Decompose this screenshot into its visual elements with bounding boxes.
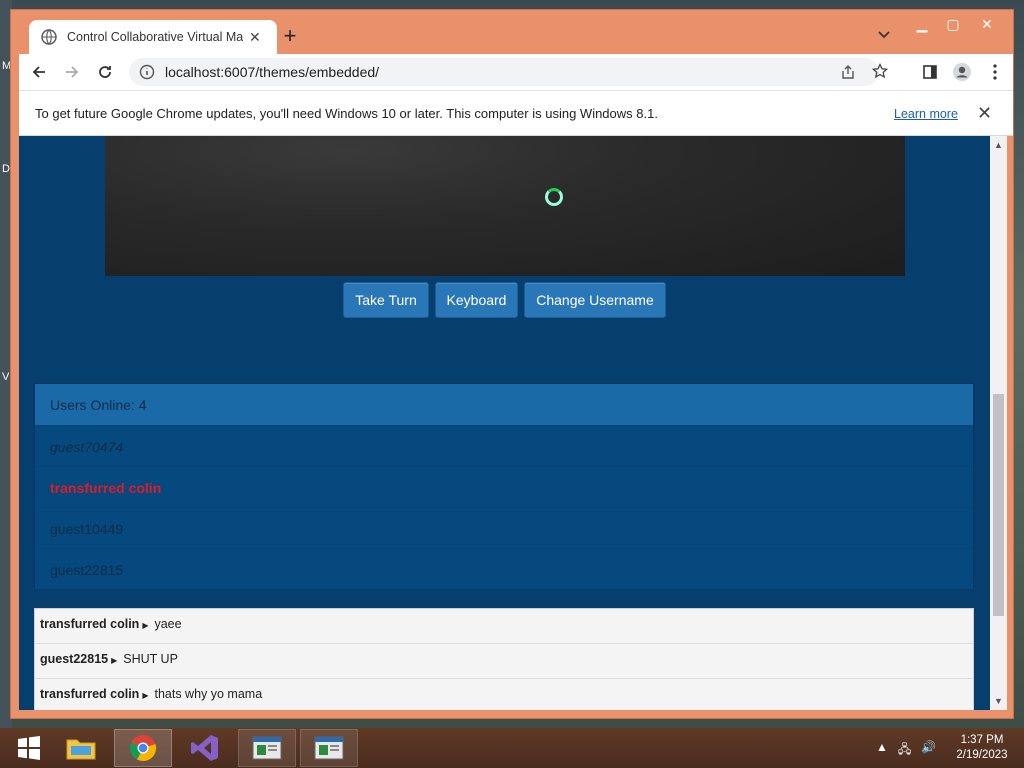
show-hidden-icons-icon[interactable]: ▲ (876, 740, 888, 761)
back-icon[interactable] (25, 58, 53, 86)
keyboard-button[interactable]: Keyboard (435, 282, 518, 318)
visual-studio-icon (191, 735, 218, 761)
desktop-icon-label: V (2, 371, 10, 383)
chat-message: transfurred colin ▶ thats why yo mama (35, 679, 973, 710)
user-list-item[interactable]: guest10449 (35, 507, 973, 548)
star-icon[interactable] (872, 63, 888, 79)
scrollbar-thumb[interactable] (993, 394, 1004, 616)
users-online-panel: Users Online: 4 guest70474 transfurred c… (34, 383, 974, 589)
taskbar-clock[interactable]: 1:37 PM 2/19/2023 (950, 733, 1014, 763)
windows-logo-icon (18, 736, 40, 760)
reload-icon[interactable] (91, 58, 119, 86)
user-list-item[interactable]: guest70474 (35, 425, 973, 466)
title-bar: Control Collaborative Virtual Ma ✕ + ▁ ▢… (11, 10, 1013, 54)
close-infobar-icon[interactable]: ✕ (977, 103, 992, 124)
chat-text: thats why yo mama (154, 687, 263, 701)
start-button[interactable] (0, 729, 58, 767)
take-turn-button[interactable]: Take Turn (343, 282, 429, 318)
update-infobar: To get future Google Chrome updates, you… (19, 90, 1013, 136)
tab-title: Control Collaborative Virtual Ma (67, 30, 243, 44)
window-taskbar-item[interactable] (300, 729, 358, 767)
infobar-message: To get future Google Chrome updates, you… (35, 106, 658, 121)
address-bar[interactable]: localhost:6007/themes/embedded/ (129, 58, 888, 86)
system-tray: ▲ 🖧 🔊 (876, 740, 936, 761)
globe-icon (41, 29, 57, 45)
change-username-button[interactable]: Change Username (524, 282, 666, 318)
menu-dots-icon[interactable] (981, 58, 1009, 86)
browser-window: Control Collaborative Virtual Ma ✕ + ▁ ▢… (10, 9, 1014, 719)
new-tab-icon[interactable]: + (279, 25, 301, 47)
scroll-down-icon[interactable]: ▼ (994, 696, 1003, 706)
page-content: Take Turn Keyboard Change Username Users… (19, 136, 990, 710)
browser-toolbar: localhost:6007/themes/embedded/ (19, 54, 1013, 90)
chat-username: guest22815 (40, 652, 109, 666)
chat-log[interactable]: transfurred colin ▶ yaee guest22815 ▶ SHUT U… (34, 608, 974, 710)
taskbar: ▲ 🖧 🔊 1:37 PM 2/19/2023 (0, 728, 1024, 768)
scroll-up-icon[interactable]: ▲ (994, 140, 1003, 150)
clock-time: 1:37 PM (960, 734, 1004, 746)
user-list-item[interactable]: transfurred colin (35, 466, 973, 507)
chat-message: guest22815 ▶ SHUT UP (35, 644, 973, 679)
chrome-taskbar-item[interactable] (114, 729, 172, 767)
user-list-item[interactable]: guest22815 (35, 548, 973, 589)
minimize-button[interactable]: ▁ (907, 14, 937, 36)
chat-text: SHUT UP (123, 652, 178, 666)
url-text: localhost:6007/themes/embedded/ (165, 64, 380, 80)
app-window-icon (314, 736, 344, 760)
file-explorer-taskbar-item[interactable] (52, 729, 110, 767)
arrow-right-icon: ▶ (142, 621, 149, 630)
browser-tab[interactable]: Control Collaborative Virtual Ma ✕ (29, 20, 277, 54)
desktop-icon-label: D (2, 163, 10, 175)
learn-more-link[interactable]: Learn more (894, 107, 958, 121)
arrow-right-icon: ▶ (111, 656, 118, 665)
forward-icon[interactable] (58, 58, 86, 86)
folder-icon (66, 739, 96, 760)
info-icon[interactable] (139, 64, 155, 80)
chat-username: transfurred colin (40, 687, 140, 701)
loading-spinner-icon (545, 188, 563, 206)
network-icon[interactable]: 🖧 (898, 740, 911, 761)
volume-icon[interactable]: 🔊 (921, 740, 936, 761)
chevron-down-icon[interactable] (877, 28, 891, 42)
maximize-button[interactable]: ▢ (938, 14, 968, 36)
close-tab-icon[interactable]: ✕ (249, 29, 261, 46)
app-window-icon (252, 736, 282, 760)
chrome-icon (129, 735, 157, 762)
chat-text: yaee (154, 617, 182, 631)
clock-date: 2/19/2023 (956, 749, 1008, 761)
chat-message: transfurred colin ▶ yaee (35, 609, 973, 644)
page-scrollbar[interactable]: ▲ ▼ (990, 136, 1007, 710)
close-window-button[interactable]: ✕ (971, 14, 1003, 36)
window-taskbar-item[interactable] (238, 729, 296, 767)
users-online-header: Users Online: 4 (35, 384, 973, 425)
profile-avatar-icon[interactable] (948, 58, 976, 86)
share-icon[interactable] (840, 64, 856, 80)
side-panel-icon[interactable] (916, 58, 944, 86)
vm-display[interactable] (105, 136, 905, 276)
arrow-right-icon: ▶ (142, 691, 149, 700)
visual-studio-taskbar-item[interactable] (176, 729, 234, 767)
chat-username: transfurred colin (40, 617, 140, 631)
